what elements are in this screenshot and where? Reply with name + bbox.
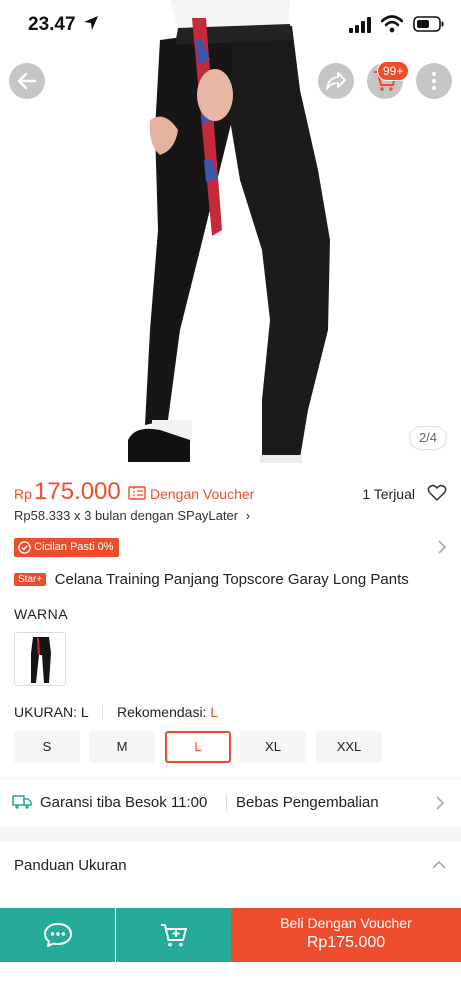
size-options: S M L XL XXL: [14, 731, 447, 763]
installment-text: Rp58.333 x 3 bulan dengan SPayLater: [14, 508, 239, 523]
shipping-divider: [226, 795, 227, 811]
cicilan-label: Cicilan Pasti 0%: [34, 541, 114, 553]
voucher-icon: [128, 486, 146, 500]
cicilan-badge: Cicilan Pasti 0%: [14, 538, 120, 557]
color-swatch[interactable]: [14, 632, 66, 686]
product-title: Celana Training Panjang Topscore Garay L…: [54, 571, 409, 588]
status-bar: 23.47: [0, 0, 461, 50]
size-option-xl[interactable]: XL: [240, 731, 306, 763]
size-option-l[interactable]: L: [165, 731, 231, 763]
cart-plus-icon: [160, 924, 187, 947]
size-label: UKURAN: L: [14, 704, 89, 720]
buy-button-label: Beli Dengan Voucher: [280, 915, 412, 931]
arrow-left-icon: [17, 72, 37, 90]
cicilan-row[interactable]: Cicilan Pasti 0%: [14, 537, 447, 559]
installment-link[interactable]: Rp58.333 x 3 bulan dengan SPayLater ›: [14, 508, 250, 523]
wifi-icon: [381, 15, 403, 33]
size-label-row: UKURAN: L Rekomendasi: L: [14, 704, 218, 720]
size-option-s[interactable]: S: [14, 731, 80, 763]
battery-icon: [413, 16, 444, 32]
chat-button[interactable]: [0, 908, 115, 962]
truck-icon: [12, 795, 32, 809]
size-guide-label: Panduan Ukuran: [14, 857, 127, 874]
chevron-right-icon: [436, 796, 445, 810]
size-label-divider: [102, 705, 104, 719]
home-indicator-area: [0, 962, 461, 1000]
more-vertical-icon: [432, 72, 436, 90]
heart-icon[interactable]: [427, 484, 447, 502]
bottom-action-bar: Beli Dengan Voucher Rp175.000: [0, 908, 461, 962]
voucher-label[interactable]: Dengan Voucher: [150, 486, 254, 502]
recommendation-label: Rekomendasi:: [116, 704, 207, 720]
image-page-indicator: 2/4: [409, 426, 447, 450]
back-button[interactable]: [9, 63, 45, 99]
more-options-button[interactable]: [416, 63, 452, 99]
chevron-up-icon: [432, 860, 446, 869]
status-time: 23.47: [28, 14, 76, 35]
size-guide-row[interactable]: Panduan Ukuran: [0, 842, 461, 890]
cart-count-badge: 99+: [377, 61, 410, 81]
swatch-thumbnail: [31, 637, 51, 683]
chat-icon: [43, 923, 72, 947]
size-option-xxl[interactable]: XXL: [316, 731, 382, 763]
share-button[interactable]: [318, 63, 354, 99]
chevron-right-icon: [438, 540, 447, 554]
buy-button-price: Rp175.000: [306, 934, 386, 951]
product-title-row: Star+ Celana Training Panjang Topscore G…: [14, 571, 451, 589]
installment-chevron: ›: [245, 508, 251, 523]
sold-count: 1 Terjual: [362, 486, 415, 502]
color-label: WARNA: [14, 606, 69, 622]
star-plus-badge: Star+: [14, 573, 47, 586]
add-to-cart-button[interactable]: [116, 908, 231, 962]
shipping-row[interactable]: Garansi tiba Besok 11:00 Bebas Pengembal…: [0, 779, 461, 827]
bottom-bar-divider: [115, 920, 116, 950]
price-value: 175.000: [34, 478, 121, 505]
size-option-m[interactable]: M: [89, 731, 155, 763]
share-icon: [326, 72, 346, 90]
price-currency: Rp: [14, 486, 32, 502]
cellular-signal-icon: [349, 17, 371, 33]
recommendation-value: L: [210, 704, 219, 720]
location-arrow-icon: [84, 16, 98, 30]
free-return: Bebas Pengembalian: [236, 794, 379, 811]
price-row: Rp 175.000 Dengan Voucher 1 Terjual: [14, 478, 447, 508]
product-image-gallery[interactable]: 99+ 2/4: [0, 0, 461, 470]
delivery-guarantee: Garansi tiba Besok 11:00: [40, 794, 208, 811]
check-circle-icon: [18, 541, 31, 554]
section-gap: [0, 827, 461, 842]
buy-with-voucher-button[interactable]: Beli Dengan Voucher Rp175.000: [231, 908, 461, 962]
